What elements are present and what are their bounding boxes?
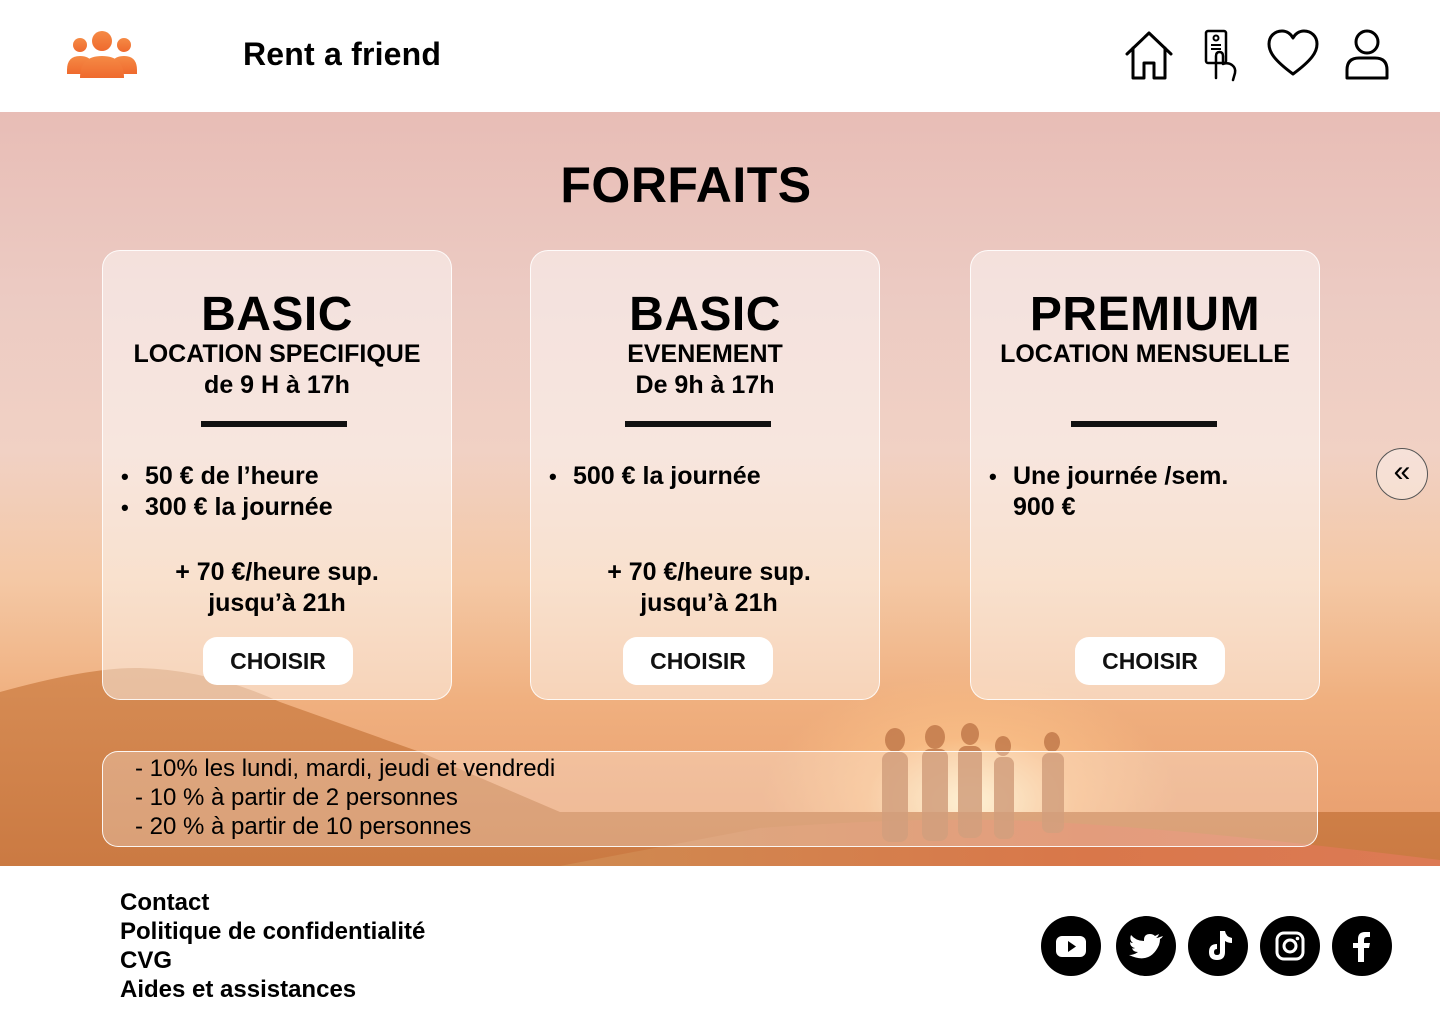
price-item-continuation: 900 € [1013, 493, 1076, 521]
plan-hours: de 9 H à 17h [204, 371, 350, 399]
footer-link-privacy[interactable]: Politique de confidentialité [120, 917, 425, 946]
choose-button[interactable]: CHOISIR [623, 637, 773, 685]
plan-subtitle: LOCATION MENSUELLE [971, 339, 1319, 370]
extra-hours-limit: jusqu’à 21h [208, 589, 346, 617]
youtube-icon[interactable] [1041, 916, 1101, 976]
hero-section: FORFAITS BASIC LOCATION SPECIFIQUE de 9 … [0, 112, 1440, 866]
home-icon[interactable] [1120, 26, 1178, 84]
extra-hours-limit: jusqu’à 21h [640, 589, 778, 617]
extra-hours: + 70 €/heure sup. jusqu’à 21h [535, 557, 883, 619]
user-icon[interactable] [1338, 26, 1396, 84]
page-title: FORFAITS [560, 157, 812, 213]
price-item: 500 € la journée [549, 461, 869, 492]
header: Rent a friend [0, 0, 1440, 112]
footer-link-cvg[interactable]: CVG [120, 946, 172, 975]
plan-subtitle: EVENEMENT De 9h à 17h [531, 339, 879, 401]
choose-button[interactable]: CHOISIR [1075, 637, 1225, 685]
discount-item: - 20 % à partir de 10 personnes [135, 813, 472, 840]
plan-title: BASIC [201, 288, 353, 341]
price-item: 300 € la journée [121, 492, 441, 523]
plan-subtitle-line: EVENEMENT [627, 340, 783, 368]
plan-price-list: 50 € de l’heure 300 € la journée [121, 461, 441, 523]
plan-price-list: Une journée /sem. 900 € [989, 461, 1309, 523]
extra-hours-line: + 70 €/heure sup. [175, 558, 379, 586]
brand-title: Rent a friend [243, 36, 442, 72]
heart-icon[interactable] [1264, 26, 1322, 84]
price-item: Une journée /sem. [989, 461, 1309, 492]
plan-title: PREMIUM [1029, 288, 1261, 341]
discount-item: - 10 % à partir de 2 personnes [135, 784, 458, 811]
discount-panel: - 10% les lundi, mardi, jeudi et vendred… [102, 751, 1318, 847]
instagram-icon[interactable] [1260, 916, 1320, 976]
divider [1071, 421, 1217, 427]
plan-card-basic-event: BASIC EVENEMENT De 9h à 17h 500 € la jou… [530, 250, 880, 700]
id-card-tap-icon[interactable] [1192, 26, 1250, 84]
extra-hours: + 70 €/heure sup. jusqu’à 21h [103, 557, 451, 619]
plan-card-premium: PREMIUM LOCATION MENSUELLE Une journée /… [970, 250, 1320, 700]
plan-card-basic-location: BASIC LOCATION SPECIFIQUE de 9 H à 17h 5… [102, 250, 452, 700]
divider [625, 421, 771, 427]
plan-hours: De 9h à 17h [635, 371, 775, 399]
choose-button[interactable]: CHOISIR [203, 637, 353, 685]
footer: Contact Politique de confidentialité CVG… [0, 866, 1440, 1024]
facebook-icon[interactable] [1332, 916, 1392, 976]
plan-subtitle-line: LOCATION MENSUELLE [1000, 340, 1290, 368]
extra-hours-line: + 70 €/heure sup. [607, 558, 811, 586]
footer-link-help[interactable]: Aides et assistances [120, 975, 356, 1004]
plan-price-list: 500 € la journée [549, 461, 869, 492]
group-people-icon[interactable] [64, 28, 140, 82]
price-item: 50 € de l’heure [121, 461, 441, 492]
footer-link-contact[interactable]: Contact [120, 888, 209, 917]
collapse-chevrons-button[interactable]: « [1376, 448, 1428, 500]
twitter-icon[interactable] [1116, 916, 1176, 976]
divider [201, 421, 347, 427]
plan-subtitle-line: LOCATION SPECIFIQUE [133, 340, 421, 368]
discount-item: - 10% les lundi, mardi, jeudi et vendred… [135, 755, 556, 782]
tiktok-icon[interactable] [1188, 916, 1248, 976]
plan-subtitle: LOCATION SPECIFIQUE de 9 H à 17h [103, 339, 451, 401]
plan-title: BASIC [629, 288, 781, 341]
